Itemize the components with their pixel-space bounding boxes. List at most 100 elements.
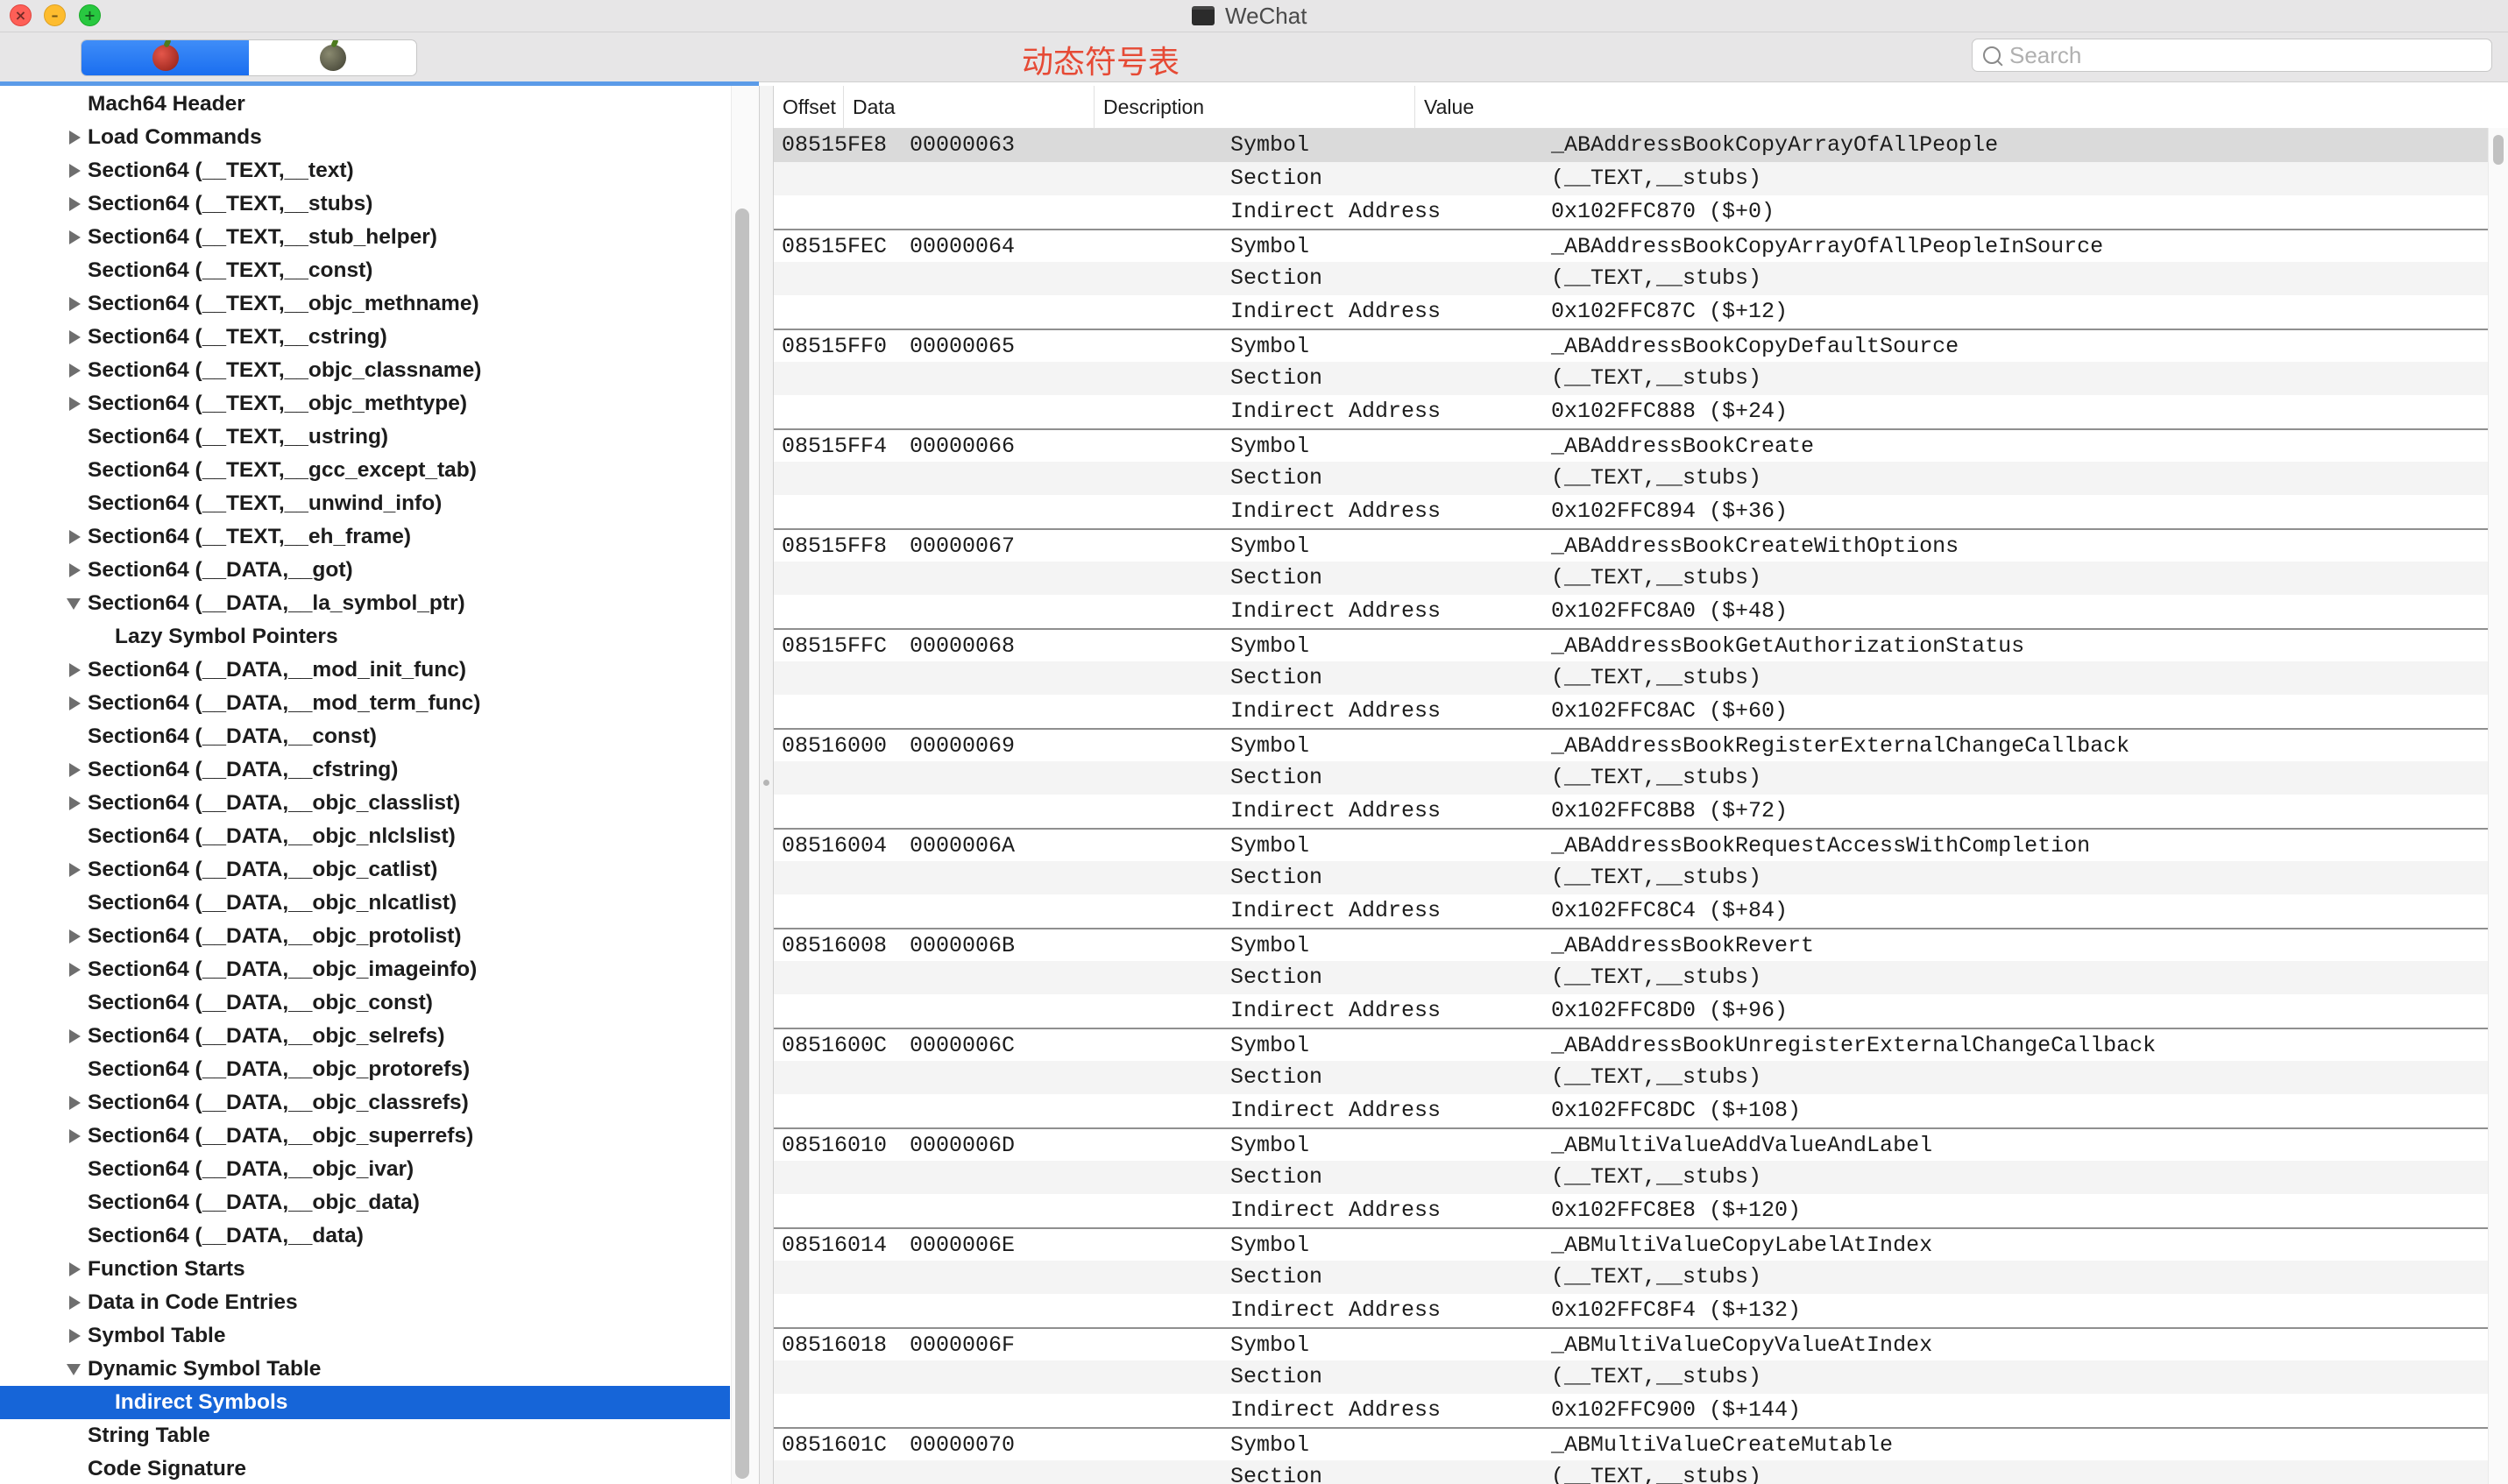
sidebar-item[interactable]: Section64 (__DATA,__objc_nlclslist) bbox=[0, 820, 730, 853]
sidebar-item[interactable]: Section64 (__DATA,__objc_classrefs) bbox=[0, 1086, 730, 1120]
sidebar-item[interactable]: Dynamic Symbol Table bbox=[0, 1353, 730, 1386]
table-row[interactable]: Indirect Address 0x102FFC900 ($+144) bbox=[774, 1394, 2488, 1427]
sidebar-item[interactable]: Mach64 Header bbox=[0, 88, 730, 121]
table-row[interactable]: 08516010 0000006D Symbol _ABMultiValueAddVa… bbox=[774, 1127, 2488, 1161]
disclosure-closed-icon[interactable] bbox=[69, 230, 81, 244]
disclosure-closed-icon[interactable] bbox=[69, 929, 81, 943]
sidebar-item[interactable]: Section64 (__DATA,__objc_selrefs) bbox=[0, 1020, 730, 1053]
table-row[interactable]: 08515FF0 00000065 Symbol _ABAddressBookCopy… bbox=[774, 329, 2488, 362]
table-row[interactable]: Indirect Address 0x102FFC870 ($+0) bbox=[774, 195, 2488, 229]
table-row[interactable]: 0851600C 0000006C Symbol _ABAddressBookUnre… bbox=[774, 1028, 2488, 1061]
sidebar-item[interactable]: Section64 (__DATA,__objc_imageinfo) bbox=[0, 953, 730, 986]
close-window-button[interactable]: × bbox=[10, 4, 32, 26]
sidebar-scrollbar-thumb[interactable] bbox=[735, 208, 749, 1479]
disclosure-closed-icon[interactable] bbox=[69, 1096, 81, 1110]
disclosure-open-icon[interactable] bbox=[67, 1364, 81, 1375]
sidebar-item[interactable]: Section64 (__TEXT,__objc_classname) bbox=[0, 354, 730, 387]
table-row[interactable]: 08516014 0000006E Symbol _ABMultiValueCopyL… bbox=[774, 1227, 2488, 1261]
table-row[interactable]: 08515FE8 00000063 Symbol _ABAddressBookCopy… bbox=[774, 129, 2488, 162]
disclosure-closed-icon[interactable] bbox=[69, 663, 81, 677]
table-row[interactable]: Indirect Address 0x102FFC8C4 ($+84) bbox=[774, 894, 2488, 928]
disclosure-closed-icon[interactable] bbox=[69, 530, 81, 544]
sidebar-item[interactable]: Section64 (__TEXT,__gcc_except_tab) bbox=[0, 454, 730, 487]
sidebar-item[interactable]: Section64 (__DATA,__objc_const) bbox=[0, 986, 730, 1020]
disclosure-closed-icon[interactable] bbox=[69, 863, 81, 877]
sidebar-item[interactable]: Section64 (__TEXT,__objc_methname) bbox=[0, 287, 730, 321]
sidebar-item[interactable]: Section64 (__DATA,__la_symbol_ptr) bbox=[0, 587, 730, 620]
sidebar-item[interactable]: Section64 (__DATA,__objc_protorefs) bbox=[0, 1053, 730, 1086]
disclosure-closed-icon[interactable] bbox=[69, 1262, 81, 1276]
column-header-description[interactable]: Description bbox=[1095, 86, 1415, 128]
sidebar-item[interactable]: Section64 (__TEXT,__eh_frame) bbox=[0, 520, 730, 554]
table-row[interactable]: Section (__TEXT,__stubs) bbox=[774, 162, 2488, 195]
sidebar-item[interactable]: Function Starts bbox=[0, 1253, 730, 1286]
sidebar-item[interactable]: Section64 (__TEXT,__stub_helper) bbox=[0, 221, 730, 254]
table-row[interactable]: Indirect Address 0x102FFC8E8 ($+120) bbox=[774, 1194, 2488, 1227]
sidebar-item[interactable]: Code Signature bbox=[0, 1452, 730, 1484]
table-row[interactable]: Indirect Address 0x102FFC8D0 ($+96) bbox=[774, 994, 2488, 1028]
disclosure-closed-icon[interactable] bbox=[69, 1029, 81, 1043]
disclosure-closed-icon[interactable] bbox=[69, 1296, 81, 1310]
table-row[interactable]: Section (__TEXT,__stubs) bbox=[774, 761, 2488, 795]
column-header-data[interactable]: Data bbox=[844, 86, 1095, 128]
sidebar-item[interactable]: Section64 (__DATA,__objc_data) bbox=[0, 1186, 730, 1219]
sidebar-item[interactable]: Section64 (__TEXT,__cstring) bbox=[0, 321, 730, 354]
table-row[interactable]: Section (__TEXT,__stubs) bbox=[774, 1161, 2488, 1194]
table-row[interactable]: Section (__TEXT,__stubs) bbox=[774, 1261, 2488, 1294]
table-row[interactable]: Section (__TEXT,__stubs) bbox=[774, 262, 2488, 295]
sidebar-item[interactable]: Data in Code Entries bbox=[0, 1286, 730, 1319]
table-row[interactable]: Indirect Address 0x102FFC894 ($+36) bbox=[774, 495, 2488, 528]
sidebar-item[interactable]: Section64 (__DATA,__const) bbox=[0, 720, 730, 753]
table-row[interactable]: 08516018 0000006F Symbol _ABMultiValueCopyV… bbox=[774, 1327, 2488, 1360]
table-row[interactable]: 0851601C 00000070 Symbol _ABMultiValueCreat… bbox=[774, 1427, 2488, 1460]
sidebar-item[interactable]: Load Commands bbox=[0, 121, 730, 154]
disclosure-closed-icon[interactable] bbox=[69, 1329, 81, 1343]
minimize-window-button[interactable]: – bbox=[44, 4, 66, 26]
column-header-value[interactable]: Value bbox=[1415, 86, 2488, 128]
disclosure-closed-icon[interactable] bbox=[69, 197, 81, 211]
table-row[interactable]: Section (__TEXT,__stubs) bbox=[774, 1061, 2488, 1094]
table-scrollbar-thumb[interactable] bbox=[2493, 135, 2504, 165]
disclosure-closed-icon[interactable] bbox=[69, 397, 81, 411]
disclosure-closed-icon[interactable] bbox=[69, 1129, 81, 1143]
disclosure-closed-icon[interactable] bbox=[69, 297, 81, 311]
sidebar-item[interactable]: Section64 (__DATA,__mod_init_func) bbox=[0, 654, 730, 687]
sidebar-item[interactable]: Section64 (__DATA,__objc_classlist) bbox=[0, 787, 730, 820]
sidebar-item[interactable]: Symbol Table bbox=[0, 1319, 730, 1353]
table-row[interactable]: Section (__TEXT,__stubs) bbox=[774, 861, 2488, 894]
sidebar-item[interactable]: Section64 (__TEXT,__ustring) bbox=[0, 420, 730, 454]
table-row[interactable]: 08515FF4 00000066 Symbol _ABAddressBookCrea… bbox=[774, 428, 2488, 462]
table-row[interactable]: 08515FFC 00000068 Symbol _ABAddressBookGetA… bbox=[774, 628, 2488, 661]
table-row[interactable]: Indirect Address 0x102FFC8F4 ($+132) bbox=[774, 1294, 2488, 1327]
sidebar-item[interactable]: Section64 (__TEXT,__const) bbox=[0, 254, 730, 287]
sidebar-item[interactable]: Section64 (__DATA,__objc_catlist) bbox=[0, 853, 730, 887]
table-row[interactable]: Section (__TEXT,__stubs) bbox=[774, 562, 2488, 595]
sidebar-item[interactable]: Section64 (__TEXT,__stubs) bbox=[0, 187, 730, 221]
sidebar-item[interactable]: String Table bbox=[0, 1419, 730, 1452]
table-row[interactable]: Section (__TEXT,__stubs) bbox=[774, 362, 2488, 395]
table-row[interactable]: Section (__TEXT,__stubs) bbox=[774, 961, 2488, 994]
disclosure-closed-icon[interactable] bbox=[69, 563, 81, 577]
table-row[interactable]: 08515FF8 00000067 Symbol _ABAddressBookCrea… bbox=[774, 528, 2488, 562]
sidebar-item[interactable]: Section64 (__DATA,__objc_ivar) bbox=[0, 1153, 730, 1186]
sidebar-item[interactable]: Lazy Symbol Pointers bbox=[0, 620, 730, 654]
table-row[interactable]: Section (__TEXT,__stubs) bbox=[774, 661, 2488, 695]
table-row[interactable]: Indirect Address 0x102FFC87C ($+12) bbox=[774, 295, 2488, 329]
sidebar-item[interactable]: Section64 (__TEXT,__text) bbox=[0, 154, 730, 187]
raw-view-button[interactable] bbox=[81, 40, 249, 75]
zoom-window-button[interactable]: + bbox=[79, 4, 101, 26]
table-row[interactable]: 08516000 00000069 Symbol _ABAddressBookRegi… bbox=[774, 728, 2488, 761]
table-row[interactable]: 08516008 0000006B Symbol _ABAddressBookReve… bbox=[774, 928, 2488, 961]
table-row[interactable]: Indirect Address 0x102FFC8AC ($+60) bbox=[774, 695, 2488, 728]
disclosure-closed-icon[interactable] bbox=[69, 164, 81, 178]
rva-view-button[interactable] bbox=[249, 40, 416, 75]
table-row[interactable]: Indirect Address 0x102FFC8DC ($+108) bbox=[774, 1094, 2488, 1127]
search-input[interactable] bbox=[2008, 40, 2467, 70]
disclosure-closed-icon[interactable] bbox=[69, 131, 81, 145]
sidebar-item[interactable]: Section64 (__DATA,__data) bbox=[0, 1219, 730, 1253]
sidebar-item[interactable]: Section64 (__DATA,__objc_nlcatlist) bbox=[0, 887, 730, 920]
table-row[interactable]: Section (__TEXT,__stubs) bbox=[774, 1360, 2488, 1394]
sidebar-item[interactable]: Section64 (__DATA,__objc_superrefs) bbox=[0, 1120, 730, 1153]
disclosure-closed-icon[interactable] bbox=[69, 963, 81, 977]
table-row[interactable]: Indirect Address 0x102FFC888 ($+24) bbox=[774, 395, 2488, 428]
